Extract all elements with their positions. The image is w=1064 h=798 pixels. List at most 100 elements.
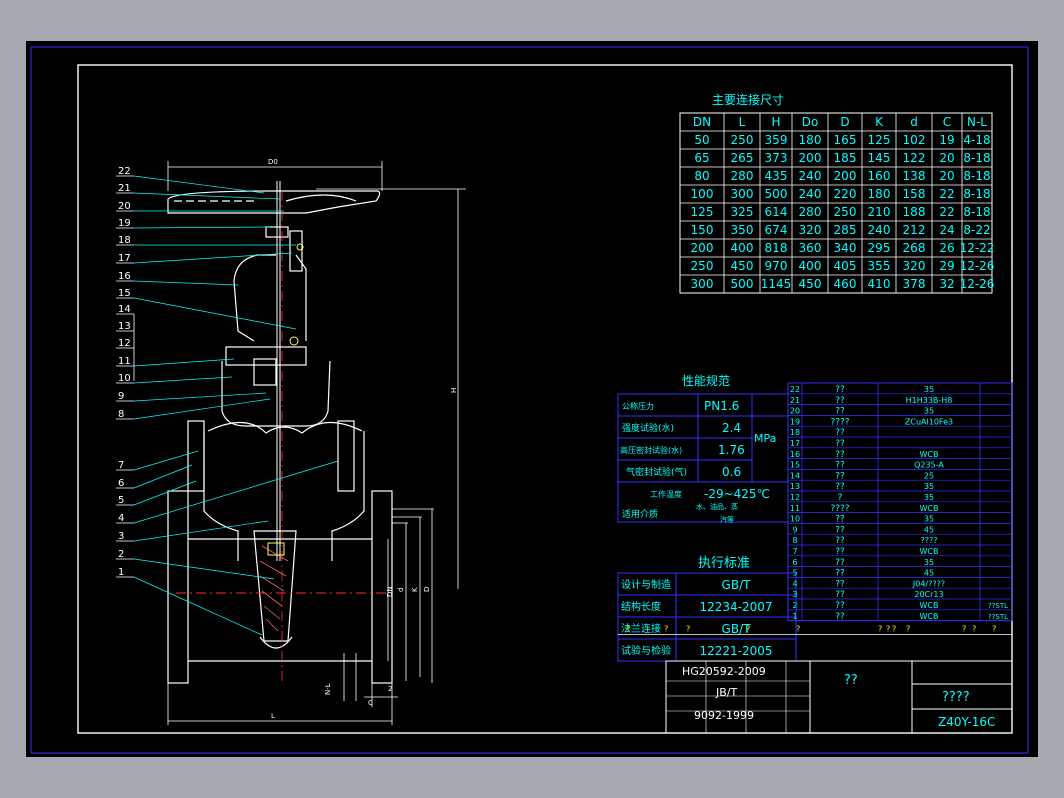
conn-table-cell: 435 [765, 169, 788, 183]
conn-table-cell: 102 [903, 133, 926, 147]
standards-table: 设计与制造 GB/T结构长度 12234-2007法兰连接 GB/T试验与检验 1222… [617, 572, 797, 662]
handwheel [167, 190, 381, 214]
drawing-border [77, 64, 1013, 734]
conn-table-cell: 32 [939, 277, 954, 291]
conn-table-cell: 19 [939, 133, 954, 147]
performance-table: 公称压力 PN1.6 MPa 强度试验(水) 2.4 高压密封试验(水) 1.7… [617, 393, 789, 524]
part-material: 25 [924, 471, 934, 480]
part-material: 20Cr13 [914, 590, 943, 599]
conn-table-cell: 325 [731, 205, 754, 219]
part-material: WCB [920, 612, 939, 621]
part-name: ?? [835, 461, 845, 471]
part-no: 17 [790, 439, 800, 448]
conn-table-cell: 8-18 [963, 205, 990, 219]
part-name: ?? [835, 525, 845, 535]
callout-number: 7 [118, 460, 124, 471]
conn-table-cell: 145 [868, 151, 891, 165]
standards-title: 执行标准 [698, 556, 750, 571]
conn-table-cell: 500 [765, 187, 788, 201]
conn-table-cell: 450 [731, 259, 754, 273]
conn-table-header: N-L [967, 115, 987, 129]
part-name: ?? [835, 601, 845, 611]
conn-table-cell: 26 [939, 241, 954, 255]
part-no: 10 [790, 515, 800, 524]
parts-marker: ? [878, 625, 882, 634]
callout-number: 20 [118, 201, 131, 212]
part-no: 21 [790, 396, 800, 405]
cad-viewport[interactable]: D0 H L DN d K D N-L C 2 22 21 20 19 18 17 16 15… [26, 41, 1038, 757]
part-material: 35 [924, 407, 934, 416]
performance-title: 性能规范 [682, 373, 730, 388]
part-no: 18 [790, 428, 800, 437]
callout-leader [133, 576, 263, 636]
dim-l: L [271, 712, 275, 720]
conn-table-cell: 460 [834, 277, 857, 291]
callout-number: 1 [118, 567, 124, 578]
part-name: ?? [835, 471, 845, 481]
conn-table-cell: 674 [765, 223, 788, 237]
callout-leader [133, 280, 239, 286]
perf-medium-value-1: 水、油品、蒸 [696, 502, 738, 511]
conn-table-cell: 373 [765, 151, 788, 165]
bonnet-flange-left [187, 420, 205, 492]
dim-c: C [368, 699, 373, 707]
callout-number: 3 [118, 531, 124, 542]
conn-table-cell: 285 [834, 223, 857, 237]
part-material: H1H33B-H8 [906, 396, 953, 405]
parts-marker: ? [892, 625, 896, 634]
conn-table-cell: 20 [939, 169, 954, 183]
callout-number: 5 [118, 495, 124, 506]
part-name: ?? [835, 579, 845, 589]
conn-table-cell: 410 [868, 277, 891, 291]
drawing-number: Z40Y-16C [938, 715, 995, 729]
part-name: ?? [835, 569, 845, 579]
conn-table-cell: 200 [834, 169, 857, 183]
conn-table-cell: 359 [765, 133, 788, 147]
callout-number: 8 [118, 409, 124, 420]
callout-leader [133, 252, 293, 264]
conn-table-cell: 240 [868, 223, 891, 237]
part-material: ZCuAl10Fe3 [905, 417, 953, 426]
conn-table-cell: 160 [868, 169, 891, 183]
part-material: WCB [920, 504, 939, 513]
gate-wedge [253, 530, 297, 642]
conn-table-cell: 29 [939, 259, 954, 273]
conn-table-cell: 250 [691, 259, 714, 273]
conn-table-cell: 818 [765, 241, 788, 255]
conn-table-cell: 12-22 [960, 241, 995, 255]
wedge-hatch [259, 545, 289, 632]
title-block-center: ?? [844, 673, 858, 688]
callout-number: 2 [118, 549, 124, 560]
callout-number: 12 [118, 338, 131, 349]
conn-table-cell: 340 [834, 241, 857, 255]
conn-table-cell: 295 [868, 241, 891, 255]
callout-leader [133, 175, 265, 194]
part-extra: ??STL [988, 613, 1008, 621]
perf-seal-gas-value: 0.6 [722, 465, 741, 479]
conn-table-cell: 250 [834, 205, 857, 219]
conn-table-cell: 212 [903, 223, 926, 237]
conn-table-header: Do [802, 115, 819, 129]
conn-table-cell: 125 [868, 133, 891, 147]
parts-marker: ? [686, 625, 690, 634]
parts-marker: ? [796, 625, 800, 634]
title-block-name: ???? [942, 690, 970, 705]
part-material: ???? [921, 536, 938, 545]
callout-leader [133, 192, 281, 200]
conn-table-cell: 360 [799, 241, 822, 255]
conn-table-cell: 125 [691, 205, 714, 219]
dim-k: K [411, 587, 419, 592]
conn-table-cell: 240 [799, 187, 822, 201]
part-name: ?? [835, 515, 845, 525]
conn-table-cell: 268 [903, 241, 926, 255]
perf-seal-gas-label: 气密封试验(气) [626, 466, 687, 478]
conn-table-cell: 970 [765, 259, 788, 273]
callout-leader [133, 460, 339, 524]
conn-table-cell: 100 [691, 187, 714, 201]
bonnet-flange-right [337, 420, 355, 492]
perf-strength-label: 强度试验(水) [622, 422, 674, 434]
conn-table-cell: 180 [799, 133, 822, 147]
part-name: ? [838, 493, 843, 503]
conn-table-cell: 210 [868, 205, 891, 219]
part-name: ???? [830, 504, 849, 514]
